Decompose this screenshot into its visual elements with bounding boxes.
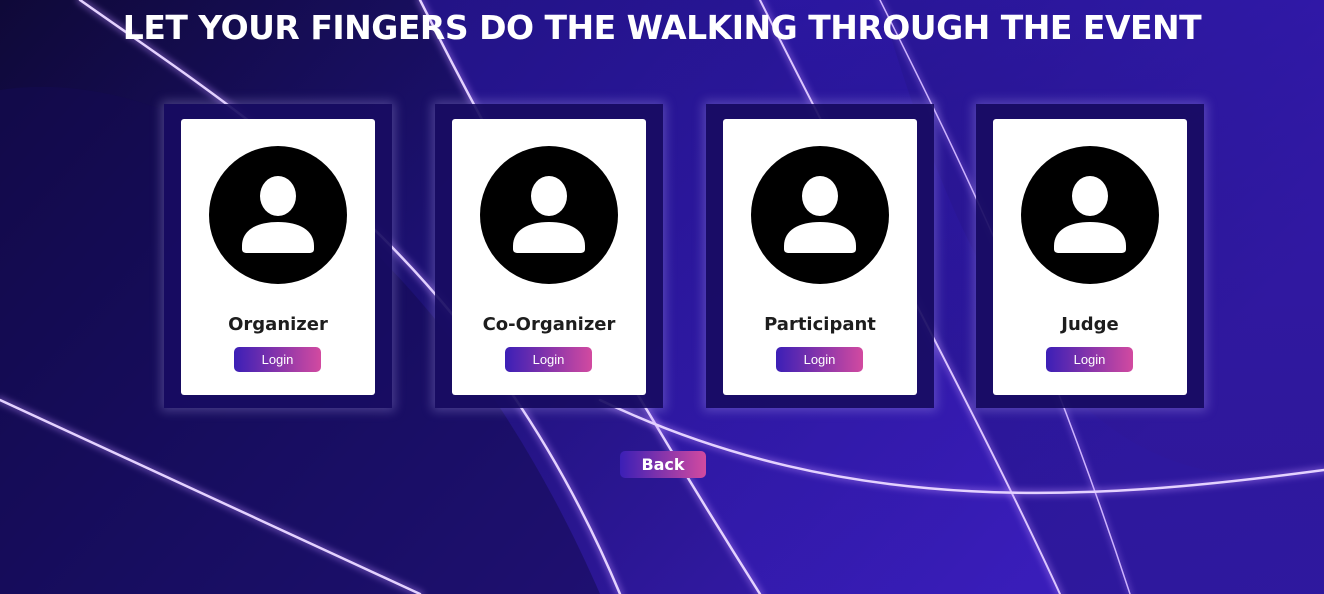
card-panel: Judge Login <box>993 119 1187 395</box>
organizer-login-button[interactable]: Login <box>234 347 321 372</box>
user-avatar-icon <box>209 146 347 284</box>
user-avatar-icon <box>1021 146 1159 284</box>
card-panel: Organizer Login <box>181 119 375 395</box>
card-panel: Participant Login <box>723 119 917 395</box>
participant-login-button[interactable]: Login <box>776 347 863 372</box>
user-avatar-icon <box>751 146 889 284</box>
page-title: LET YOUR FINGERS DO THE WALKING THROUGH … <box>122 8 1202 47</box>
user-avatar-icon <box>480 146 618 284</box>
co-organizer-login-button[interactable]: Login <box>505 347 592 372</box>
card-panel: Co-Organizer Login <box>452 119 646 395</box>
back-button[interactable]: Back <box>620 451 706 478</box>
role-label-participant: Participant <box>764 314 876 335</box>
role-card-organizer: Organizer Login <box>164 104 392 408</box>
role-card-participant: Participant Login <box>706 104 934 408</box>
role-label-organizer: Organizer <box>228 314 328 335</box>
role-card-co-organizer: Co-Organizer Login <box>435 104 663 408</box>
role-label-co-organizer: Co-Organizer <box>482 314 616 335</box>
role-label-judge: Judge <box>1061 314 1119 335</box>
role-card-judge: Judge Login <box>976 104 1204 408</box>
judge-login-button[interactable]: Login <box>1046 347 1133 372</box>
